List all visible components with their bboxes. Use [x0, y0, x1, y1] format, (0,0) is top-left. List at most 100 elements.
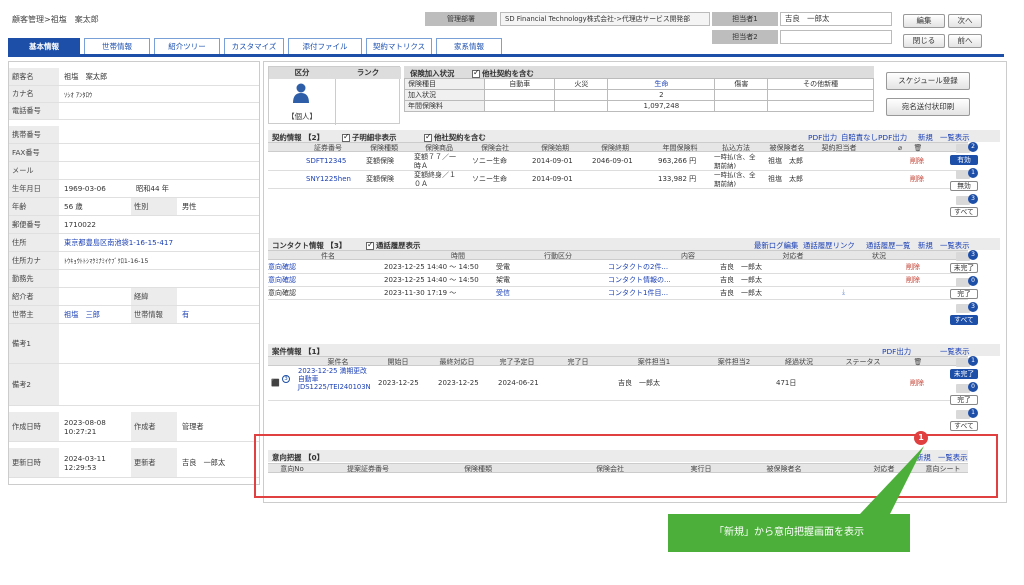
label: 携帯番号 [9, 126, 59, 143]
value: 2023-08-08 10:27:21 [64, 417, 106, 436]
complete-filter-button[interactable]: 完了 [950, 395, 978, 405]
tab-basic-info[interactable]: 基本情報 [8, 38, 80, 54]
label: 備考2 [9, 364, 59, 405]
table-row[interactable]: SNY1225hen 変額保険 変額終身／１０Ａ ソニー生命 2014-09-0… [268, 171, 968, 189]
callout-arrow [860, 446, 924, 514]
checkbox-icon[interactable] [472, 68, 480, 78]
household-info-link[interactable]: 有 [179, 306, 219, 323]
table-row[interactable]: ⬛ 3 2023-12-25 満期更改 自動車 JDS1225/TEI24010… [268, 367, 968, 401]
premium: 963,266 円 [658, 157, 697, 165]
count-badge: 1 [968, 356, 978, 366]
print-address-button[interactable]: 宛名送付状印刷 [886, 98, 970, 116]
policy-link[interactable]: SDFT12345 [306, 157, 346, 166]
complete-filter-button[interactable]: 完了 [950, 289, 978, 299]
col-life[interactable]: 生命 [607, 78, 716, 90]
col-header: 件名 [321, 252, 335, 260]
value: ｿｼｵ ｱﾝﾀﾛｳ [64, 91, 93, 99]
delete-link[interactable]: 削除 [906, 263, 920, 272]
label: 住所 [9, 234, 59, 251]
col-header: 対応者 [782, 252, 804, 260]
delete-link[interactable]: 削除 [910, 157, 924, 166]
value: 祖塩 案太郎 [64, 71, 108, 81]
label: 更新者 [131, 448, 177, 477]
tab-family[interactable]: 家系情報 [436, 38, 502, 54]
table-row[interactable]: 意向確認 2023-11-30 17:19 〜 受信 コンタクト1件目... 吉… [268, 287, 968, 300]
schedule-button[interactable]: スケジュール登録 [886, 72, 970, 90]
row-note2: 備考2 [9, 364, 259, 406]
row-note1: 備考1 [9, 324, 259, 364]
row-label: 保険種目 [404, 78, 485, 90]
close-button[interactable]: 閉じる [903, 34, 945, 48]
tab-attachments[interactable]: 添付ファイル [288, 38, 362, 54]
subject-link[interactable]: 意向確認 [268, 263, 296, 272]
cell [767, 100, 874, 112]
content-link[interactable]: コンタクト1件目... [608, 289, 668, 298]
policy-link[interactable]: SNY1225hen [306, 175, 351, 184]
company: ソニー生命 [472, 157, 507, 165]
col-header: 証券番号 [314, 144, 342, 152]
delete-link[interactable]: 削除 [906, 276, 920, 285]
invalid-filter-button[interactable]: 無効 [950, 181, 978, 191]
kind: 変額保険 [366, 157, 394, 165]
delete-link[interactable]: 削除 [910, 379, 924, 388]
type-link[interactable]: 受信 [496, 289, 510, 298]
all-filter-button[interactable]: すべて [950, 315, 978, 325]
row-householder: 世帯主 祖塩 三郎 世帯情報 有 [9, 306, 259, 324]
count-badge: 3 [968, 250, 978, 260]
col-injury: 傷害 [714, 78, 769, 90]
delete-link[interactable]: 削除 [910, 175, 924, 184]
address-link[interactable]: 東京都豊島区南池袋1-16-15-417 [61, 234, 257, 251]
label: 世帯主 [9, 306, 59, 323]
label: 顧客名 [9, 68, 59, 85]
content-link[interactable]: コンタクト情報の... [608, 276, 671, 285]
cell [714, 89, 769, 101]
valid-filter-button[interactable]: 有効 [950, 155, 978, 165]
divider [335, 79, 336, 125]
insurance-status: 保険加入状況 他社契約を含む 保険種目 自動車 火災 生命 傷害 その他新種 加… [404, 66, 874, 124]
count-badge: 1 [968, 168, 978, 178]
contact-header-row: 件名 時間 行動区分 内容 対応者 状況 [268, 250, 968, 260]
content-link[interactable]: コンタクトの2件... [608, 263, 668, 272]
count-badge: 3 [968, 194, 978, 204]
case-name-link[interactable]: 2023-12-25 満期更改 自動車 JDS1225/TEI240103N [298, 367, 374, 391]
subject-link[interactable]: 意向確認 [268, 276, 296, 285]
householder-link[interactable]: 祖塩 三郎 [61, 306, 129, 323]
contract-header-row: 証券番号 保険種類 保険商品 保険会社 保険始期 保険終期 年間保険料 払込方法… [268, 142, 968, 152]
time: 2023-12-25 14:40 〜 14:50 [384, 276, 479, 284]
download-icon[interactable]: ⤓ [842, 288, 845, 297]
checkbox-icon[interactable] [366, 240, 374, 250]
incomplete-filter-button[interactable]: 未完了 [950, 369, 978, 379]
product: 変額終身／１０Ａ [414, 171, 456, 188]
tab-household[interactable]: 世帯情報 [84, 38, 150, 54]
dept-value: SD Financial Technology株式会社->代理店サービス開発部 [500, 12, 710, 26]
case-header-row: 案件名 開始日 最終対応日 完了予定日 完了日 案件担当1 案件担当2 経過状況… [268, 356, 968, 366]
incomplete-filter-button[interactable]: 未完了 [950, 263, 978, 273]
col-header: 開始日 [387, 358, 409, 366]
value: 1710022 [64, 220, 97, 229]
option-label: 他社契約を含む [434, 133, 486, 142]
label: 勤務先 [9, 270, 59, 287]
bookmark-icon[interactable]: ⬛ [271, 379, 280, 388]
prev-button[interactable]: 前へ [948, 34, 982, 48]
edit-button[interactable]: 編集 [903, 14, 945, 28]
tab-contract-matrix[interactable]: 契約マトリクス [366, 38, 432, 54]
tanto2-value [780, 30, 892, 44]
plan: 2024-06-21 [498, 379, 539, 387]
pay: 一時払(含、全期前納) [714, 153, 756, 170]
trash-icon: 🗑 [913, 358, 923, 366]
table-row[interactable]: 意向確認 2023-12-25 14:40 〜 14:50 受電 コンタクトの2… [268, 261, 968, 274]
checkbox-icon[interactable] [342, 132, 350, 142]
table-row[interactable]: SDFT12345 変額保険 変額７７／一時Ａ ソニー生命 2014-09-01… [268, 153, 968, 171]
col-fire: 火災 [554, 78, 609, 90]
table-row[interactable]: 意向確認 2023-12-25 14:40 〜 14:50 架電 コンタクト情報… [268, 274, 968, 287]
subject: 意向確認 [268, 289, 296, 297]
col-header: ステータス [845, 358, 881, 366]
all-filter-button[interactable]: すべて [950, 421, 978, 431]
tab-customize[interactable]: カスタマイズ [224, 38, 284, 54]
next-button[interactable]: 次へ [948, 14, 982, 28]
life-premium: 1,097,248 [607, 100, 716, 112]
tab-referral-tree[interactable]: 紹介ツリー [154, 38, 220, 54]
value: ﾄｳｷｮｳﾄﾄｼﾏｸﾐﾅﾐｲｹﾌﾞｸﾛ1-16-15 [64, 258, 149, 265]
checkbox-icon[interactable] [424, 132, 432, 142]
all-filter-button[interactable]: すべて [950, 207, 978, 217]
